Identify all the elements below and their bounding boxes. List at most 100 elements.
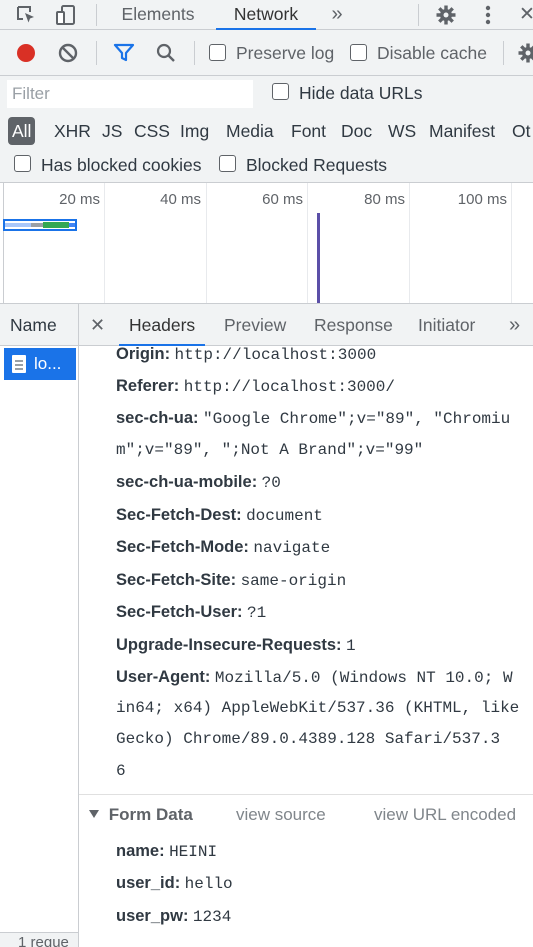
tab-elements[interactable]: Elements (108, 0, 208, 30)
filter-input[interactable] (7, 80, 253, 108)
device-toolbar-icon[interactable] (52, 0, 80, 30)
search-icon[interactable] (152, 30, 180, 76)
tab-initiator[interactable]: Initiator (418, 304, 475, 346)
header-row-origin: Origin: http://localhost:3000 (116, 346, 376, 364)
timeline-gridline (409, 183, 410, 303)
form-field-value: hello (184, 875, 233, 893)
type-filter-other[interactable]: Ot (512, 117, 530, 145)
hide-data-urls-label: Hide data URLs (299, 83, 423, 103)
filter-funnel-icon[interactable] (110, 30, 138, 76)
has-blocked-cookies-label: Has blocked cookies (41, 155, 202, 175)
kebab-menu-icon[interactable] (476, 0, 500, 30)
dom-content-loaded-marker (317, 213, 320, 303)
form-field-key: name: (116, 842, 165, 860)
toolbar-divider (418, 4, 419, 26)
timeline-tick-label: 80 ms (364, 191, 405, 208)
devtools-tabbar: Elements Network » ✕ (0, 0, 533, 30)
header-key: Referer: (116, 377, 180, 395)
header-key: Origin: (116, 346, 171, 363)
type-filter-doc[interactable]: Doc (341, 117, 372, 145)
record-icon[interactable] (12, 30, 40, 76)
more-detail-tabs-chevron-icon[interactable]: » (509, 304, 520, 346)
header-row-sec-fetch-site: Sec-Fetch-Site: same-origin (116, 571, 346, 590)
form-field-row: user_pw: 1234 (116, 907, 231, 926)
header-value: ?1 (247, 604, 267, 622)
type-filter-media[interactable]: Media (226, 117, 274, 145)
tab-network[interactable]: Network (216, 0, 316, 30)
close-devtools-icon[interactable]: ✕ (516, 0, 533, 30)
settings-gear-icon[interactable] (432, 0, 460, 30)
header-key: Sec-Fetch-Site: (116, 571, 237, 589)
header-key: sec-ch-ua-mobile: (116, 473, 258, 491)
header-value: 1 (346, 637, 356, 655)
timeline-gridline (104, 183, 105, 303)
header-value: ?0 (261, 474, 281, 492)
tab-preview[interactable]: Preview (224, 304, 286, 346)
view-url-encoded-link[interactable]: view URL encoded (374, 805, 516, 825)
request-row[interactable]: lo... (4, 348, 76, 380)
request-count-status: 1 reque (0, 932, 78, 947)
blocked-requests-checkbox[interactable] (219, 155, 236, 172)
header-key: Upgrade-Insecure-Requests: (116, 636, 342, 654)
expand-triangle-icon (89, 810, 99, 818)
form-field-row: name: HEINI (116, 842, 217, 861)
tab-headers[interactable]: Headers (119, 304, 206, 346)
type-filter-js[interactable]: JS (102, 117, 122, 145)
network-overview[interactable]: 20 ms 40 ms 60 ms 80 ms 100 ms (0, 183, 533, 304)
request-list: Name lo... 1 reque (0, 304, 79, 947)
form-field-value: HEINI (169, 843, 218, 861)
network-toolbar: Preserve log Disable cache (0, 30, 533, 76)
more-tabs-chevron-icon[interactable]: » (322, 0, 352, 30)
section-divider (79, 794, 533, 795)
preserve-log-checkbox[interactable] (209, 44, 226, 61)
hide-data-urls-checkbox[interactable] (272, 83, 289, 100)
timeline-tick-label: 20 ms (59, 191, 100, 208)
header-value-continuation: 6 (116, 762, 126, 780)
form-field-key: user_id: (116, 874, 181, 892)
blocked-requests-label: Blocked Requests (246, 155, 388, 175)
type-filter-ws[interactable]: WS (388, 117, 416, 145)
inspect-element-icon[interactable] (12, 0, 40, 30)
form-data-title: Form Data (108, 805, 193, 824)
tab-response[interactable]: Response (314, 304, 393, 346)
header-value: http://localhost:3000/ (183, 378, 395, 396)
type-filter-xhr[interactable]: XHR (54, 117, 91, 145)
preserve-log-label: Preserve log (236, 43, 335, 63)
form-data-section-toggle[interactable]: Form Data (89, 805, 193, 825)
header-value: navigate (253, 539, 331, 557)
timeline-gridline (3, 183, 4, 303)
timeline-gridline (307, 183, 308, 303)
toolbar-divider (194, 41, 195, 65)
disable-cache-label: Disable cache (377, 43, 487, 63)
toolbar-divider (96, 4, 97, 26)
header-row-sec-ch-ua: sec-ch-ua: "Google Chrome";v="89", "Chro… (116, 409, 510, 428)
type-filter-font[interactable]: Font (291, 117, 326, 145)
type-filter-css[interactable]: CSS (134, 117, 170, 145)
type-filter-manifest[interactable]: Manifest (429, 117, 495, 145)
timeline-tick-label: 40 ms (160, 191, 201, 208)
has-blocked-cookies-checkbox[interactable] (14, 155, 31, 172)
type-filter-img[interactable]: Img (180, 117, 209, 145)
header-value: Mozilla/5.0 (Windows NT 10.0; W (214, 669, 513, 687)
timeline-tick-label: 60 ms (262, 191, 303, 208)
clear-icon[interactable] (54, 30, 82, 76)
network-settings-gear-icon[interactable] (514, 30, 533, 76)
header-value: document (246, 507, 323, 525)
header-key: Sec-Fetch-Mode: (116, 538, 249, 556)
header-row-sec-ch-ua-mobile: sec-ch-ua-mobile: ?0 (116, 473, 281, 492)
document-file-icon (12, 355, 26, 373)
header-value-continuation: in64; x64) AppleWebKit/537.36 (KHTML, li… (116, 699, 520, 717)
timeline-gridline (511, 183, 512, 303)
name-column-header[interactable]: Name (0, 304, 78, 346)
request-detail-tabs: ✕ Headers Preview Response Initiator » (79, 304, 533, 346)
toolbar-divider (503, 41, 504, 65)
header-key: Sec-Fetch-Dest: (116, 506, 242, 524)
close-detail-icon[interactable]: ✕ (90, 304, 105, 346)
type-filter-all[interactable]: All (8, 117, 36, 145)
view-source-link[interactable]: view source (236, 805, 326, 825)
disable-cache-checkbox[interactable] (350, 44, 367, 61)
request-name: lo... (34, 354, 62, 373)
timeline-tick-label: 100 ms (457, 191, 507, 208)
header-row-sec-fetch-dest: Sec-Fetch-Dest: document (116, 506, 323, 525)
header-row-referer: Referer: http://localhost:3000/ (116, 377, 395, 396)
